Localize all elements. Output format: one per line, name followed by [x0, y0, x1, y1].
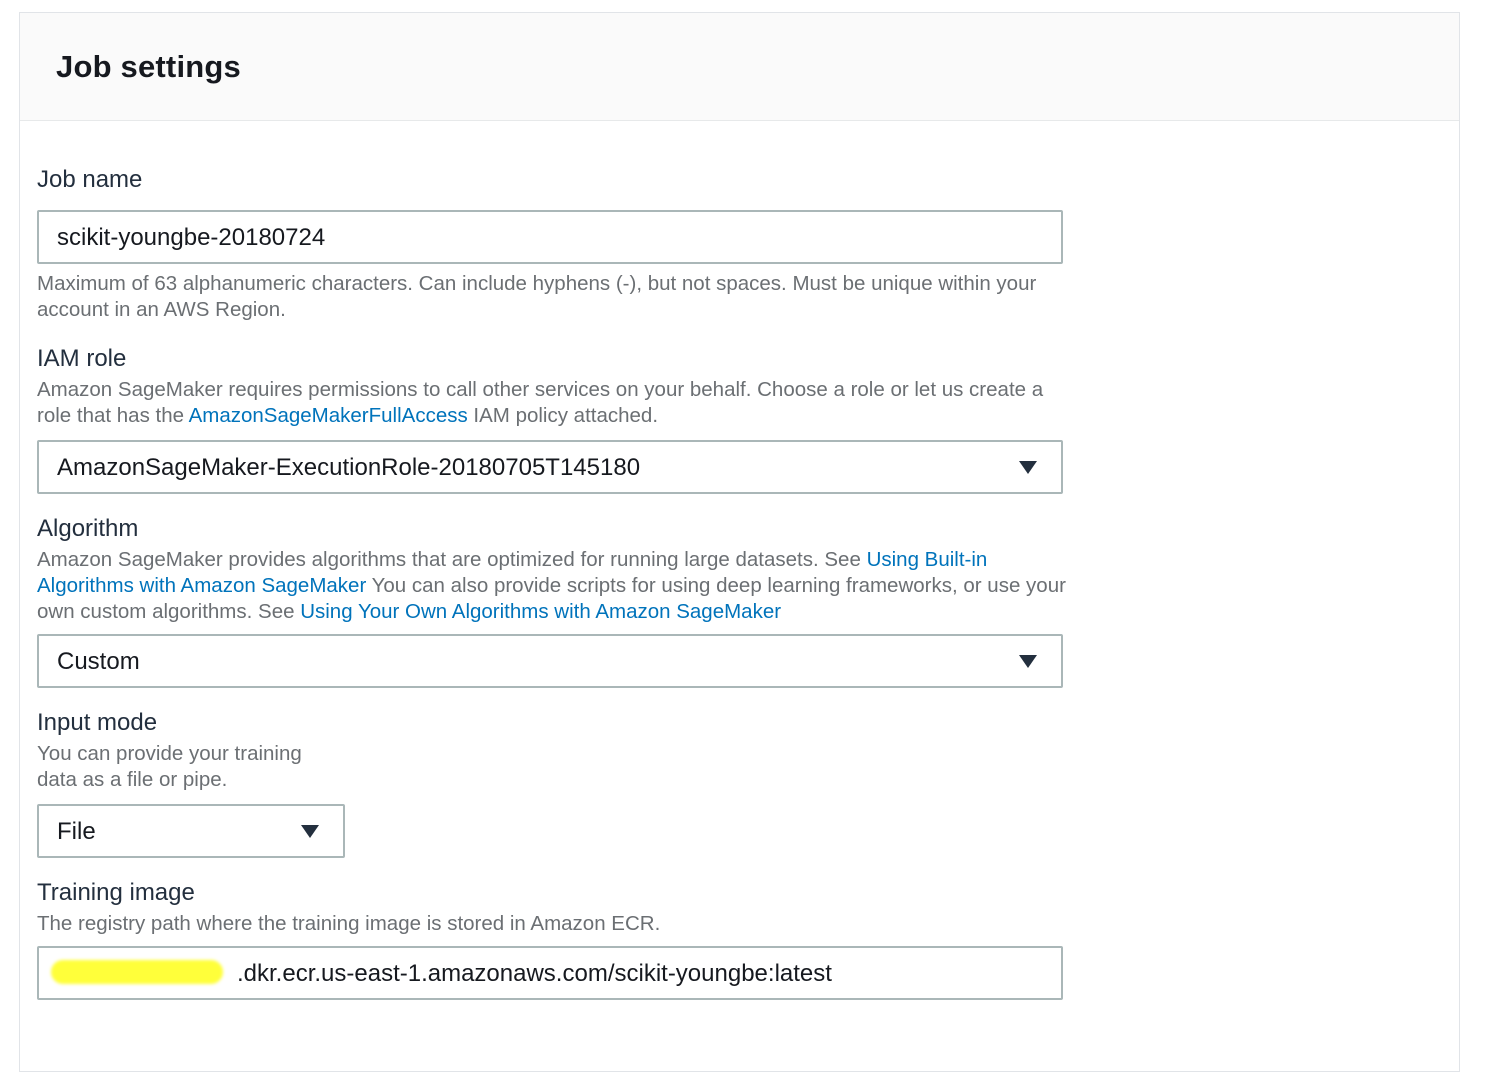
caret-down-icon [1019, 655, 1037, 668]
redaction-highlight [51, 960, 223, 984]
training-image-value: .dkr.ecr.us-east-1.amazonaws.com/scikit-… [237, 960, 832, 987]
job-name-help: Maximum of 63 alphanumeric characters. C… [37, 272, 1037, 321]
algorithm-label: Algorithm [37, 515, 139, 542]
caret-down-icon [1019, 461, 1037, 474]
algorithm-value: Custom [57, 648, 140, 675]
algorithm-select[interactable]: Custom [37, 634, 1063, 688]
training-image-label: Training image [37, 879, 195, 906]
panel-title: Job settings [56, 49, 241, 84]
job-name-value: scikit-youngbe-20180724 [57, 224, 326, 251]
training-image-help: The registry path where the training ima… [37, 912, 661, 935]
caret-down-icon [301, 825, 319, 838]
iam-role-help: Amazon SageMaker requires permissions to… [37, 377, 1067, 429]
training-image-input[interactable]: .dkr.ecr.us-east-1.amazonaws.com/scikit-… [37, 946, 1063, 1000]
input-mode-help: You can provide your training data as a … [37, 742, 302, 791]
algorithm-help: Amazon SageMaker provides algorithms tha… [37, 547, 1067, 625]
iam-role-help-text-end: IAM policy attached. [467, 404, 659, 427]
input-mode-value: File [57, 818, 96, 845]
amazon-sagemaker-full-access-link[interactable]: AmazonSageMakerFullAccess [189, 404, 468, 427]
iam-role-select[interactable]: AmazonSageMaker-ExecutionRole-20180705T1… [37, 440, 1063, 494]
iam-role-label: IAM role [37, 345, 127, 372]
panel-header: Job settings [20, 13, 1459, 121]
algorithm-help-text: Amazon SageMaker provides algorithms tha… [37, 548, 867, 571]
input-mode-select[interactable]: File [37, 804, 345, 858]
job-name-label: Job name [37, 166, 143, 193]
job-name-input[interactable]: scikit-youngbe-20180724 [37, 210, 1063, 264]
input-mode-label: Input mode [37, 709, 158, 736]
own-algorithms-link[interactable]: Using Your Own Algorithms with Amazon Sa… [300, 600, 781, 623]
iam-role-value: AmazonSageMaker-ExecutionRole-20180705T1… [57, 454, 641, 481]
